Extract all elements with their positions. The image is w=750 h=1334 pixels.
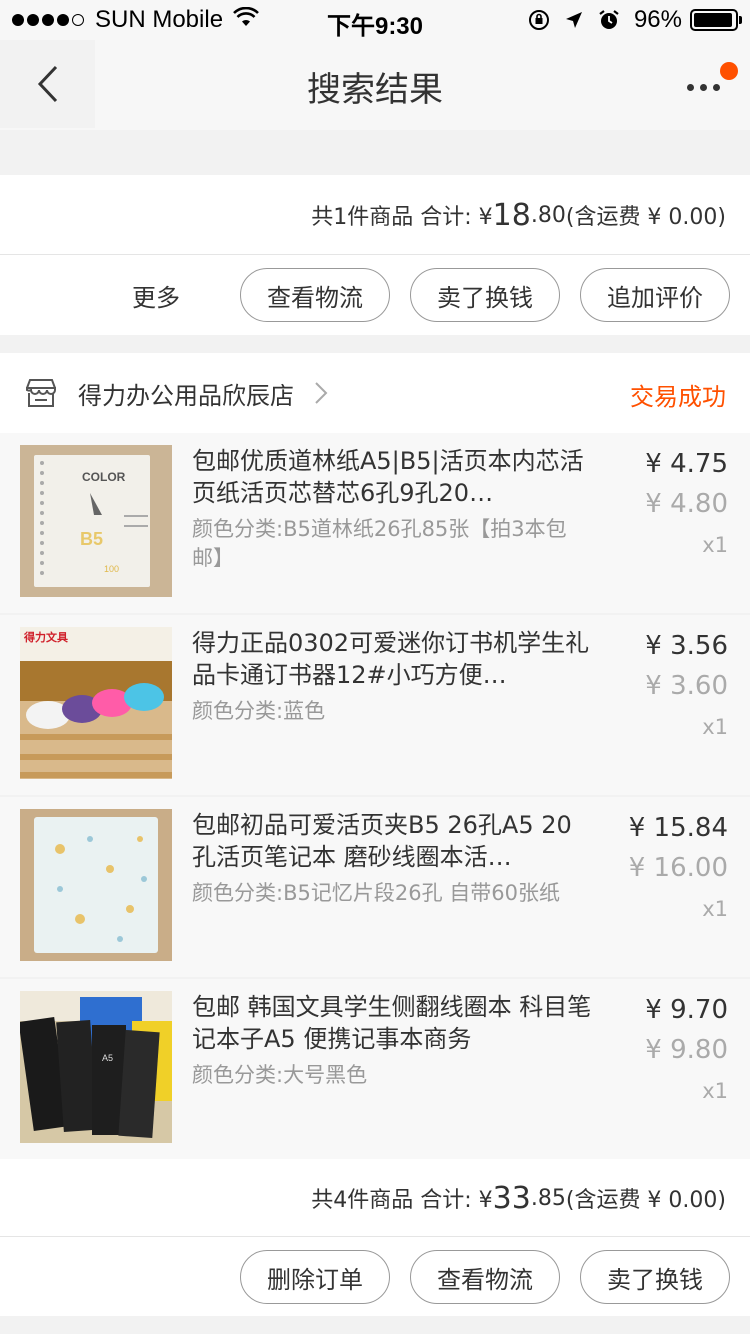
location-icon <box>564 10 584 30</box>
product-price: ¥ 4.75 <box>645 449 728 479</box>
total-dec: .85 <box>530 1185 566 1211</box>
more-icon <box>686 83 694 91</box>
add-review-button[interactable]: 追加评价 <box>580 268 730 322</box>
product-spec: 颜色分类:蓝色 <box>192 699 326 723</box>
status-bar: SUN Mobile 下午9:30 96% <box>0 0 750 40</box>
total-dec: .80 <box>530 202 566 228</box>
battery-percent: 96% <box>633 6 682 33</box>
view-logistics-button[interactable]: 查看物流 <box>240 268 390 322</box>
order-card-1: 共1件商品 合计: ¥ 18 .80 (含运费 ¥ 0.00) 更多 查看物流 … <box>0 175 750 335</box>
product-price: ¥ 9.70 <box>645 995 728 1025</box>
thumb-b5-text: B5 <box>80 529 103 549</box>
thumb-100-text: 100 <box>104 564 119 574</box>
product-quantity: x1 <box>702 715 728 739</box>
divider <box>0 254 750 255</box>
battery-icon <box>690 9 742 31</box>
product-title: 包邮优质道林纸A5|B5|活页本内芯活页纸活页芯替芯6孔9孔20… <box>192 447 584 507</box>
store-icon <box>26 379 56 407</box>
order-2-footer: 共4件商品 合计: ¥ 33 .85 (含运费 ¥ 0.00) 删除订单 查看物… <box>0 1159 750 1316</box>
product-title: 包邮 韩国文具学生侧翻线圈本 科目笔记本子A5 便携记事本商务 <box>192 993 592 1053</box>
product-spec: 颜色分类:大号黑色 <box>192 1063 368 1087</box>
product-original-price: ¥ 16.00 <box>628 853 728 883</box>
nav-bar: 搜索结果 <box>0 40 750 130</box>
alarm-icon <box>598 9 620 31</box>
product-thumbnail: COLOR B5 100 <box>20 445 172 597</box>
product-original-price: ¥ 3.60 <box>645 671 728 701</box>
store-name: 得力办公用品欣辰店 <box>78 381 294 410</box>
order-item-1[interactable]: COLOR B5 100 包邮优质道林纸A5|B5|活页本内芯活页纸活页芯替芯6… <box>0 433 750 613</box>
store-header[interactable]: 得力办公用品欣辰店 交易成功 <box>0 353 750 433</box>
view-logistics-button[interactable]: 查看物流 <box>410 1250 560 1304</box>
page-title: 搜索结果 <box>307 70 443 110</box>
thumb-brand-text: 得力文具 <box>23 630 68 644</box>
product-quantity: x1 <box>702 533 728 557</box>
product-spec: 颜色分类:B5记忆片段26孔 自带60张纸 <box>192 881 560 905</box>
thumb-a5-text: A5 <box>102 1053 113 1063</box>
product-price: ¥ 3.56 <box>645 631 728 661</box>
shipping-fee: (含运费 ¥ 0.00) <box>565 205 726 230</box>
total-int: 18 <box>492 197 531 233</box>
product-title: 包邮初品可爱活页夹B5 26孔A5 20孔活页笔记本 磨砂线圈本活… <box>192 811 572 871</box>
product-quantity: x1 <box>702 897 728 921</box>
summary-prefix: 共1件商品 合计: ¥ <box>311 205 493 230</box>
order-status: 交易成功 <box>630 383 726 411</box>
product-original-price: ¥ 4.80 <box>645 489 728 519</box>
summary-prefix: 共4件商品 合计: ¥ <box>311 1188 493 1213</box>
resell-button[interactable]: 卖了换钱 <box>580 1250 730 1304</box>
order-actions: 删除订单 查看物流 卖了换钱 <box>0 1237 750 1317</box>
product-thumbnail: 得力文具 <box>20 627 172 779</box>
rotation-lock-icon <box>528 9 550 31</box>
resell-button[interactable]: 卖了换钱 <box>410 268 560 322</box>
total-int: 33 <box>492 1180 531 1216</box>
more-button[interactable] <box>678 72 728 102</box>
product-thumbnail <box>20 809 172 961</box>
order-item-2[interactable]: 得力文具 得力正品0302可爱迷你订书机学生礼品卡通订书器12#小巧方便… 颜色… <box>0 615 750 795</box>
thumb-color-text: COLOR <box>82 470 126 484</box>
delete-order-button[interactable]: 删除订单 <box>240 1250 390 1304</box>
notification-badge <box>720 62 738 80</box>
order-summary: 共4件商品 合计: ¥ 33 .85 (含运费 ¥ 0.00) <box>0 1159 750 1237</box>
product-title: 得力正品0302可爱迷你订书机学生礼品卡通订书器12#小巧方便… <box>192 629 590 689</box>
product-thumbnail: A5 <box>20 991 172 1143</box>
shipping-fee: (含运费 ¥ 0.00) <box>565 1188 726 1213</box>
product-spec: 颜色分类:B5道林纸26孔85张【拍3本包邮】 <box>192 517 567 570</box>
divider <box>0 1236 750 1237</box>
order-item-3[interactable]: 包邮初品可爱活页夹B5 26孔A5 20孔活页笔记本 磨砂线圈本活… 颜色分类:… <box>0 797 750 977</box>
more-link[interactable]: 更多 <box>132 278 180 313</box>
order-item-4[interactable]: A5 包邮 韩国文具学生侧翻线圈本 科目笔记本子A5 便携记事本商务 颜色分类:… <box>0 979 750 1159</box>
order-actions: 更多 查看物流 卖了换钱 追加评价 <box>0 255 750 335</box>
order-summary: 共1件商品 合计: ¥ 18 .80 (含运费 ¥ 0.00) <box>0 175 750 255</box>
status-right: 96% <box>514 6 742 34</box>
chevron-right-icon <box>315 382 328 404</box>
product-quantity: x1 <box>702 1079 728 1103</box>
product-price: ¥ 15.84 <box>628 813 728 843</box>
product-original-price: ¥ 9.80 <box>645 1035 728 1065</box>
